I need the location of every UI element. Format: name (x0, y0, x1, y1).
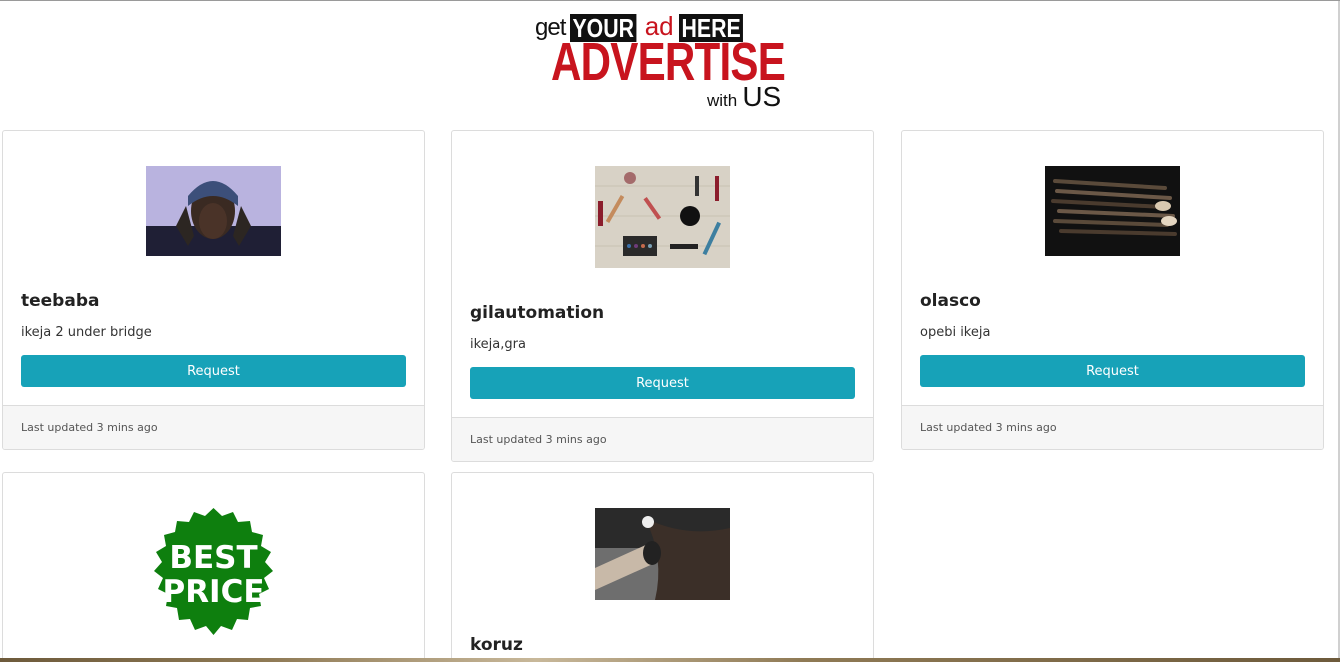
last-updated-text: Last updated 3 mins ago (3, 405, 424, 449)
taskbar-strip (0, 658, 1340, 662)
badge-line2: PRICE (162, 574, 264, 610)
vendor-card: gilautomation ikeja,gra Request Last upd… (451, 130, 874, 462)
badge-line1: BEST (169, 540, 257, 576)
vendor-card: BEST PRICE (2, 472, 425, 662)
request-button[interactable]: Request (21, 355, 406, 387)
last-updated-text: Last updated 3 mins ago (452, 417, 873, 461)
request-button[interactable]: Request (470, 367, 855, 399)
vendor-card: koruz (451, 472, 874, 662)
makeup-brushes-image[interactable] (1045, 166, 1180, 256)
ad-us-text: US (742, 81, 782, 112)
woman-portrait-image[interactable] (146, 166, 281, 256)
vendor-card: olasco opebi ikeja Request Last updated … (901, 130, 1324, 450)
hair-dryer-image[interactable] (595, 508, 730, 600)
vendor-location: ikeja,gra (470, 337, 526, 352)
advertise-banner[interactable]: get YOUR ad HERE ADVERTISE with US (535, 9, 793, 112)
ad-with-text: with (707, 91, 738, 110)
vendor-location: ikeja 2 under bridge (21, 325, 152, 340)
makeup-flatlay-image[interactable] (595, 166, 730, 268)
vendor-name: olasco (920, 291, 981, 311)
best-price-badge-image[interactable]: BEST PRICE (146, 508, 281, 643)
vendor-name: koruz (470, 635, 523, 655)
request-button[interactable]: Request (920, 355, 1305, 387)
vendor-card: teebaba ikeja 2 under bridge Request Las… (2, 130, 425, 450)
last-updated-text: Last updated 3 mins ago (902, 405, 1323, 449)
vendor-location: opebi ikeja (920, 325, 991, 340)
vendor-name: teebaba (21, 291, 100, 311)
vendor-name: gilautomation (470, 303, 605, 323)
